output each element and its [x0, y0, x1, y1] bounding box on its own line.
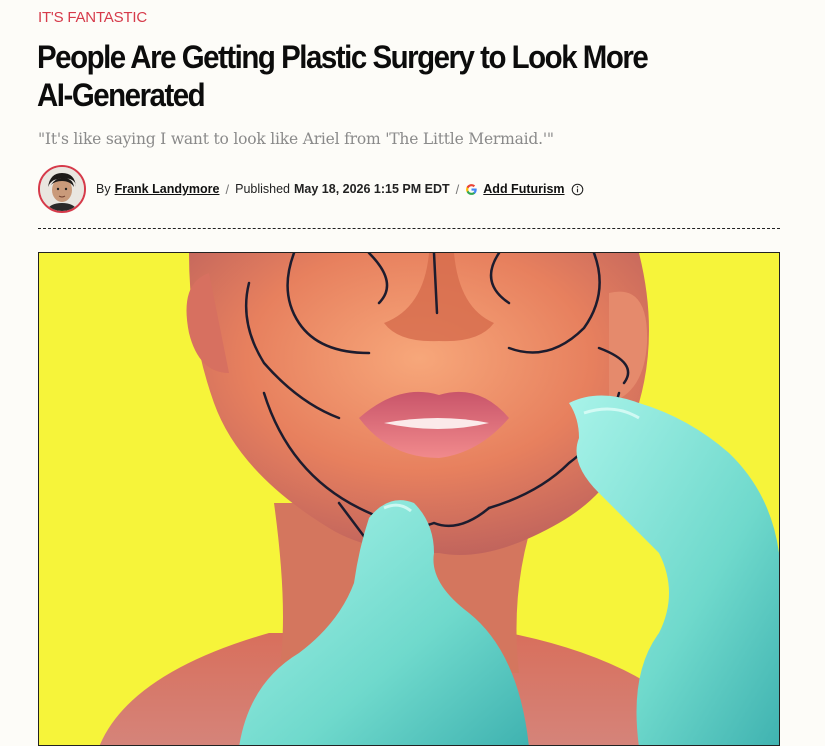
article-headline: People Are Getting Plastic Surgery to Lo…	[37, 39, 649, 113]
hero-image	[38, 252, 780, 746]
byline-separator: /	[225, 181, 230, 197]
article-kicker[interactable]: IT'S FANTASTIC	[38, 9, 147, 26]
published-date: May 18, 2026 1:15 PM EDT	[294, 182, 450, 196]
byline-separator: /	[455, 181, 460, 197]
byline-divider	[38, 228, 780, 229]
byline-by-label: By	[96, 182, 111, 196]
google-g-icon	[465, 183, 478, 196]
author-link[interactable]: Frank Landymore	[115, 182, 220, 196]
byline: By Frank Landymore / Published May 18, 2…	[38, 162, 584, 216]
article-dek: "It's like saying I want to look like Ar…	[38, 130, 554, 148]
published-label: Published	[235, 182, 291, 196]
add-futurism-link[interactable]: Add Futurism	[483, 182, 564, 196]
author-avatar[interactable]	[38, 165, 86, 213]
info-circle-icon[interactable]	[571, 183, 584, 196]
